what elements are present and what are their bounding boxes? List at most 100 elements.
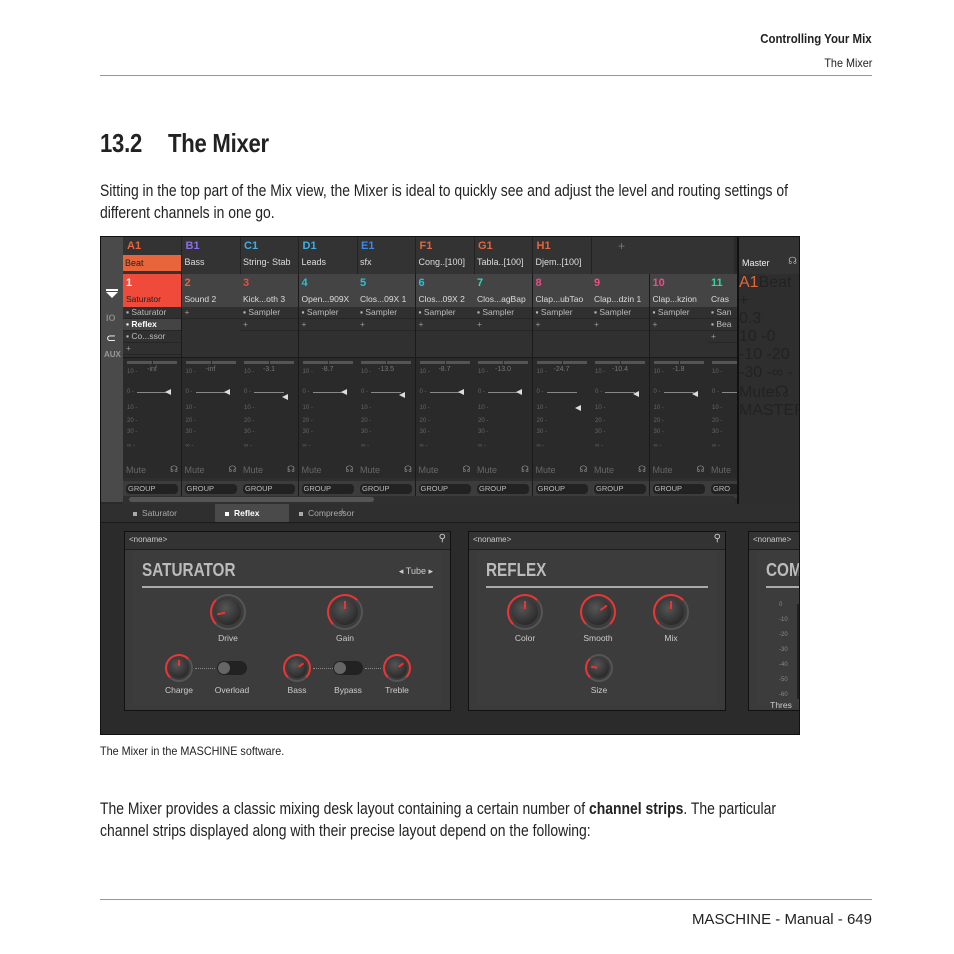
add-plugin-button[interactable]: + xyxy=(649,319,708,331)
headphones-icon[interactable]: ☊ xyxy=(404,464,412,475)
strip-header[interactable]: 10 Clap...kzion xyxy=(649,274,708,307)
mute-button[interactable]: Mute xyxy=(739,384,775,401)
add-plugin-button[interactable]: + xyxy=(415,319,474,331)
mute-button[interactable]: Mute xyxy=(477,465,497,475)
mute-button[interactable]: Mute xyxy=(536,465,556,475)
fader-handle[interactable] xyxy=(165,389,171,395)
knob-smooth[interactable] xyxy=(580,594,616,630)
strip-header[interactable]: A1Beat xyxy=(739,274,799,292)
plugin-slot[interactable]: ▪ Sampler xyxy=(415,307,474,319)
headphones-icon[interactable]: ☊ xyxy=(170,464,178,475)
headphones-icon[interactable]: ☊ xyxy=(697,464,705,475)
add-plugin-button[interactable]: + xyxy=(123,343,181,355)
mute-button[interactable]: Mute xyxy=(653,465,673,475)
plugin-slot[interactable]: ▪ Co...ssor xyxy=(123,331,181,343)
fader-handle[interactable] xyxy=(633,390,639,397)
plugin-slot[interactable]: ▪ Saturator xyxy=(123,307,181,319)
add-plugin-button[interactable]: + xyxy=(357,319,415,331)
add-plugin-button[interactable]: + xyxy=(532,319,591,331)
fader-handle[interactable] xyxy=(516,389,522,395)
toggle-bypass[interactable] xyxy=(333,661,363,675)
plugin-slot[interactable]: ▪ Sampler xyxy=(474,307,532,319)
headphones-icon[interactable]: ☊ xyxy=(229,464,237,475)
next-arrow-icon[interactable]: ▸ xyxy=(426,566,433,576)
io-button[interactable]: IO xyxy=(106,313,116,323)
mute-button[interactable]: Mute xyxy=(243,465,263,475)
group-e1[interactable]: E1 sfx xyxy=(357,237,416,277)
tab-compressor[interactable]: Compressor xyxy=(289,504,387,522)
search-icon[interactable]: ⚲ xyxy=(714,533,721,544)
group-f1[interactable]: F1 Cong..[100] xyxy=(416,237,475,277)
add-plugin-button[interactable]: + xyxy=(474,319,532,331)
knob-gain[interactable] xyxy=(327,594,363,630)
group-c1[interactable]: C1 String- Stab xyxy=(240,237,299,277)
knob-mix[interactable] xyxy=(653,594,689,630)
mute-button[interactable]: Mute xyxy=(302,465,322,475)
mute-button[interactable]: Mute xyxy=(126,465,146,475)
horizontal-scrollbar[interactable] xyxy=(123,496,734,504)
group-d1[interactable]: D1 Leads xyxy=(299,237,358,277)
group-output-button[interactable]: MASTER xyxy=(739,402,799,420)
preset-name[interactable]: <noname> xyxy=(129,535,167,544)
headphones-icon[interactable]: ☊ xyxy=(521,464,529,475)
plugin-slot[interactable]: ▪ Sampler xyxy=(591,307,649,319)
mute-button[interactable]: Mute xyxy=(711,465,731,475)
preset-name[interactable]: <noname> xyxy=(753,535,791,544)
strip-header[interactable]: 9 Clap...dzin 1 xyxy=(591,274,649,307)
plugin-slot[interactable]: ▪ Sampler xyxy=(240,307,298,319)
knob-treble[interactable] xyxy=(383,654,411,682)
mute-button[interactable]: Mute xyxy=(360,465,380,475)
scrollbar-thumb[interactable] xyxy=(129,497,374,502)
group-a1[interactable]: A1 Beat xyxy=(123,237,182,277)
headphones-icon[interactable]: ☊ xyxy=(463,464,471,475)
strip-header[interactable]: 8 Clap...ubTao xyxy=(532,274,591,307)
fader-handle[interactable] xyxy=(574,405,581,411)
headphones-icon[interactable]: ☊ xyxy=(287,464,295,475)
fader-handle[interactable] xyxy=(457,389,464,395)
strip-header[interactable]: 7 Clos...agBap xyxy=(474,274,532,307)
knob-drive[interactable] xyxy=(210,594,246,630)
strip-header[interactable]: 5 Clos...09X 1 xyxy=(357,274,415,307)
fader-handle[interactable] xyxy=(691,390,698,397)
aux-button[interactable]: AUX xyxy=(104,350,121,359)
add-tab-button[interactable]: + xyxy=(339,506,345,518)
knob-charge[interactable] xyxy=(165,654,193,682)
mute-button[interactable]: Mute xyxy=(419,465,439,475)
add-plugin-button[interactable]: + xyxy=(240,319,298,331)
tab-reflex[interactable]: Reflex xyxy=(215,504,289,522)
strip-header[interactable]: 1 Saturator xyxy=(123,274,181,307)
preset-name[interactable]: <noname> xyxy=(473,535,511,544)
add-plugin-button[interactable]: + xyxy=(298,319,357,331)
strip-header[interactable]: 6 Clos...09X 2 xyxy=(415,274,474,307)
plugin-slot[interactable]: ▪ Sampler xyxy=(649,307,708,319)
fader-handle[interactable] xyxy=(282,393,288,400)
strip-header[interactable]: 4 Open...909X xyxy=(298,274,357,307)
headphones-icon[interactable]: ☊ xyxy=(788,256,797,267)
collapse-arrow-icon[interactable] xyxy=(106,289,118,298)
knob-bass[interactable] xyxy=(283,654,311,682)
plugin-slot[interactable]: ▪ Sampler xyxy=(357,307,415,319)
plug-icon[interactable]: ⊂ xyxy=(106,331,116,345)
mute-button[interactable]: Mute xyxy=(185,465,205,475)
headphones-icon[interactable]: ☊ xyxy=(638,464,646,475)
headphones-icon[interactable]: ☊ xyxy=(346,464,354,475)
knob-size[interactable] xyxy=(585,654,613,682)
search-icon[interactable]: ⚲ xyxy=(439,533,446,544)
fader-handle[interactable] xyxy=(340,389,347,395)
mute-button[interactable]: Mute xyxy=(594,465,614,475)
plugin-slot[interactable]: ▪ Sampler xyxy=(298,307,357,319)
knob-color[interactable] xyxy=(507,594,543,630)
strip-header[interactable]: 3 Kick...oth 3 xyxy=(240,274,298,307)
mode-selector[interactable]: ◂ Tube ▸ xyxy=(399,566,433,577)
add-plugin-button[interactable]: + xyxy=(181,307,240,319)
toggle-overload[interactable] xyxy=(217,661,247,675)
prev-arrow-icon[interactable]: ◂ xyxy=(399,566,406,576)
strip-header[interactable]: 2 Sound 2 xyxy=(181,274,240,307)
plugin-slot[interactable]: ▪ Reflex xyxy=(123,319,181,331)
fader-handle[interactable] xyxy=(223,389,230,395)
add-group-button[interactable]: + xyxy=(618,239,625,253)
group-b1[interactable]: B1 Bass xyxy=(182,237,241,277)
add-plugin-button[interactable]: + xyxy=(739,292,799,310)
headphones-icon[interactable]: ☊ xyxy=(580,464,588,475)
fader-handle[interactable] xyxy=(399,392,405,399)
